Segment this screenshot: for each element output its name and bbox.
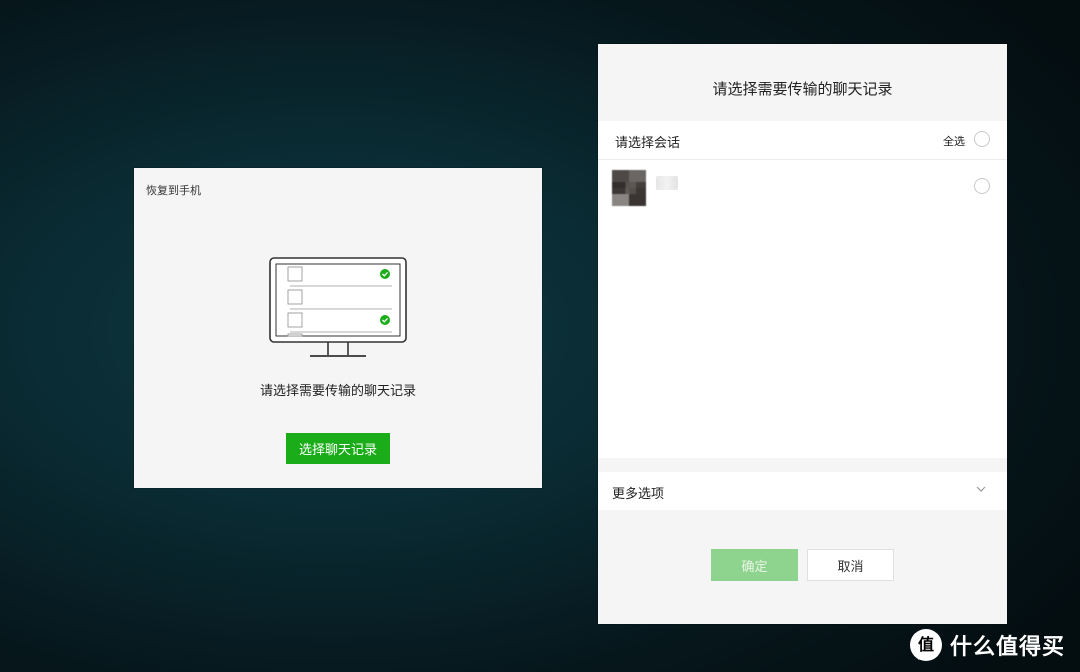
contact-select-radio[interactable]	[974, 178, 990, 194]
select-all-label[interactable]: 全选	[943, 133, 965, 149]
more-options-label: 更多选项	[612, 487, 665, 502]
confirm-button[interactable]: 确定	[711, 549, 798, 581]
watermark-logo-icon: 值	[910, 629, 942, 661]
contact-name	[656, 176, 678, 190]
dialog-title: 恢复到手机	[146, 184, 201, 197]
more-options-row[interactable]: 更多选项	[598, 472, 1007, 510]
session-header: 请选择会话 全选	[598, 121, 1007, 160]
avatar	[612, 170, 646, 206]
chevron-down-icon	[976, 486, 986, 492]
dialog-title: 请选择需要传输的聊天记录	[712, 80, 893, 98]
svg-text:值: 值	[918, 635, 934, 654]
watermark-text: 什么值得买	[950, 635, 1066, 660]
select-all-radio[interactable]	[974, 131, 990, 147]
transfer-prompt: 请选择需要传输的聊天记录	[259, 384, 416, 399]
select-chat-history-dialog: 请选择需要传输的聊天记录 请选择会话 全选 更多选项 确定 取消	[598, 44, 1007, 624]
session-header-label: 请选择会话	[615, 136, 681, 151]
session-list	[598, 160, 1007, 458]
cancel-button[interactable]: 取消	[807, 549, 894, 581]
speech-bubble-icon: 值	[912, 630, 940, 660]
list-item[interactable]	[598, 164, 1007, 206]
monitor-checklist-icon	[269, 257, 407, 357]
select-chat-history-button[interactable]: 选择聊天记录	[286, 433, 390, 464]
watermark: 值 什么值得买	[910, 627, 1065, 663]
restore-to-phone-dialog: 恢复到手机 请选择需要传输的聊天记录 选择聊天记录	[134, 168, 542, 488]
